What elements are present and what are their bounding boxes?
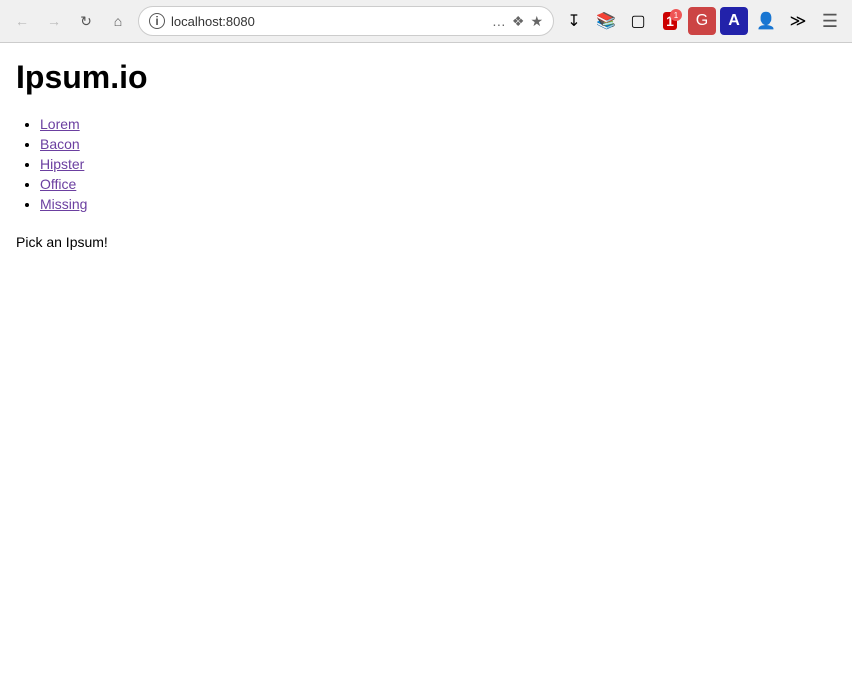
browser-chrome: ← → ↻ ⌂ i localhost:8080 … ❖ ★ ↧ 📚 ▢ 1 1… — [0, 0, 852, 43]
list-item: Bacon — [40, 136, 836, 154]
browser-extensions: ↧ 📚 ▢ 1 1 G A 👤 ≫ ☰ — [560, 7, 844, 35]
more-icon[interactable]: … — [492, 13, 506, 29]
nav-link[interactable]: Missing — [40, 196, 87, 212]
extension-3-button[interactable]: A — [720, 7, 748, 35]
list-item: Missing — [40, 196, 836, 214]
info-icon: i — [149, 13, 165, 29]
address-bar-icons: … ❖ ★ — [492, 13, 543, 30]
forward-button[interactable]: → — [40, 7, 68, 35]
url-text: localhost:8080 — [171, 14, 486, 29]
reload-button[interactable]: ↻ — [72, 7, 100, 35]
extension-2-button[interactable]: G — [688, 7, 716, 35]
nav-link[interactable]: Lorem — [40, 116, 80, 132]
list-item: Lorem — [40, 116, 836, 134]
back-button[interactable]: ← — [8, 7, 36, 35]
extension-1-button[interactable]: 1 1 — [656, 7, 684, 35]
tabs-button[interactable]: ▢ — [624, 7, 652, 35]
list-item: Hipster — [40, 156, 836, 174]
browser-toolbar: ← → ↻ ⌂ i localhost:8080 … ❖ ★ ↧ 📚 ▢ 1 1… — [0, 0, 852, 42]
nav-link[interactable]: Bacon — [40, 136, 80, 152]
menu-button[interactable]: ☰ — [816, 7, 844, 35]
pocket-icon[interactable]: ❖ — [512, 13, 525, 30]
home-button[interactable]: ⌂ — [104, 7, 132, 35]
page-content: Ipsum.io LoremBaconHipsterOfficeMissing … — [0, 43, 852, 266]
prompt-text: Pick an Ipsum! — [16, 234, 836, 250]
star-icon[interactable]: ★ — [530, 13, 543, 30]
extensions-more-button[interactable]: ≫ — [784, 7, 812, 35]
extension-badge: 1 — [670, 9, 682, 21]
nav-link[interactable]: Office — [40, 176, 76, 192]
extension-4-button[interactable]: 👤 — [752, 7, 780, 35]
nav-buttons: ← → ↻ ⌂ — [8, 7, 132, 35]
download-button[interactable]: ↧ — [560, 7, 588, 35]
library-button[interactable]: 📚 — [592, 7, 620, 35]
nav-list: Lorem Bacon Hipster Office Missing — [16, 116, 836, 214]
nav-link[interactable]: Hipster — [40, 156, 84, 172]
list-item: Office — [40, 176, 836, 194]
page-title: Ipsum.io — [16, 59, 836, 96]
address-bar[interactable]: i localhost:8080 … ❖ ★ — [138, 6, 554, 36]
